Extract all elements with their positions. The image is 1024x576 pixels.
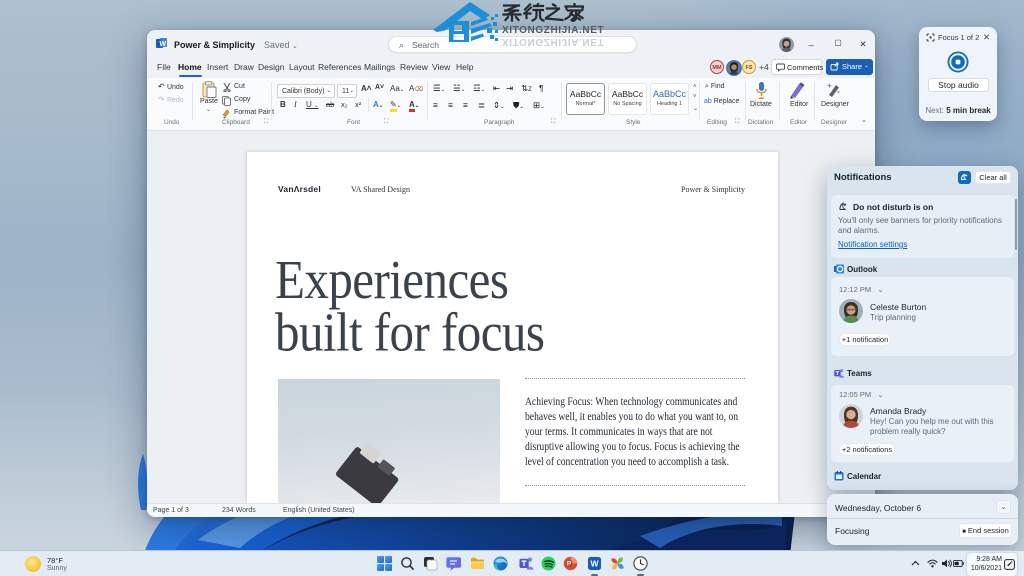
svg-text:W: W bbox=[590, 559, 599, 569]
svg-text:W: W bbox=[160, 41, 167, 48]
svg-text:P: P bbox=[567, 561, 572, 568]
